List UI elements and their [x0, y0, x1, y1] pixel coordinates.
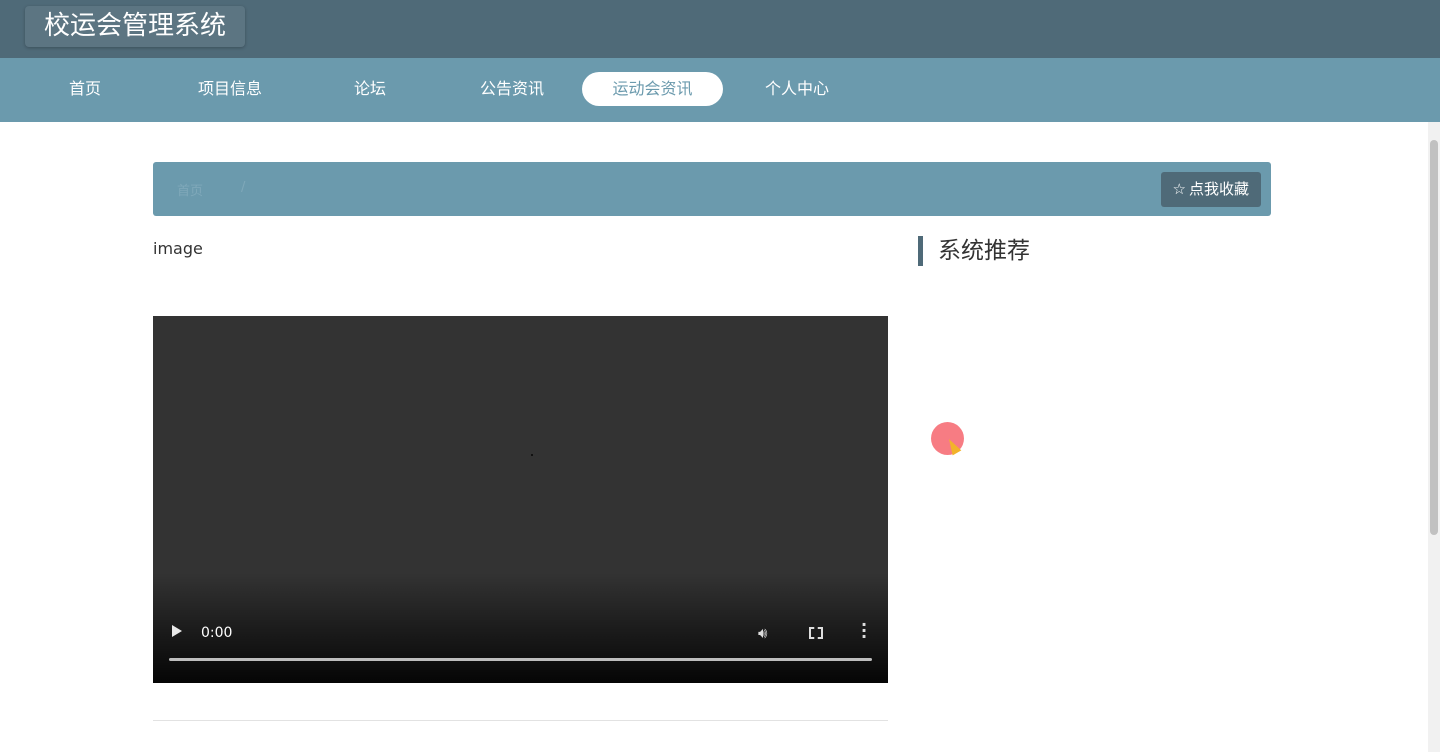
video-center-dot	[531, 454, 533, 456]
breadcrumb-bar: 首页 / ☆ 点我收藏	[153, 162, 1271, 216]
favorite-button[interactable]: ☆ 点我收藏	[1160, 172, 1261, 207]
sidebar-title: 系统推荐	[918, 236, 1030, 266]
nav-item-sports-news[interactable]: 运动会资讯	[582, 72, 723, 106]
article-image: image	[153, 239, 203, 258]
breadcrumb-home[interactable]: 首页	[177, 180, 203, 199]
nav-item-forum[interactable]: 论坛	[320, 72, 420, 106]
star-outline-icon: ☆	[1172, 180, 1186, 198]
breadcrumb-separator: /	[241, 180, 246, 195]
nav-item-personal-center[interactable]: 个人中心	[747, 72, 847, 106]
top-header: 校运会管理系统	[0, 0, 1440, 58]
nav-item-home[interactable]: 首页	[35, 72, 135, 106]
scrollbar-thumb[interactable]	[1430, 140, 1438, 535]
nav-item-projects[interactable]: 项目信息	[180, 72, 280, 106]
play-icon[interactable]	[172, 625, 182, 637]
site-title[interactable]: 校运会管理系统	[25, 6, 246, 47]
video-player[interactable]: 0:00 🔊︎ · · ·	[153, 316, 888, 683]
volume-icon[interactable]: 🔊︎	[758, 624, 767, 642]
fullscreen-icon[interactable]	[809, 627, 823, 639]
nav-item-announcements[interactable]: 公告资讯	[462, 72, 562, 106]
video-controls-gradient	[153, 573, 888, 683]
main-nav: 首页 项目信息 论坛 公告资讯 运动会资讯 个人中心	[0, 58, 1440, 122]
content-divider	[153, 720, 888, 721]
video-progress-bar[interactable]	[169, 658, 872, 661]
more-options-icon[interactable]: · · ·	[861, 617, 867, 645]
video-time: 0:00	[201, 625, 233, 641]
favorite-label: 点我收藏	[1188, 180, 1249, 198]
